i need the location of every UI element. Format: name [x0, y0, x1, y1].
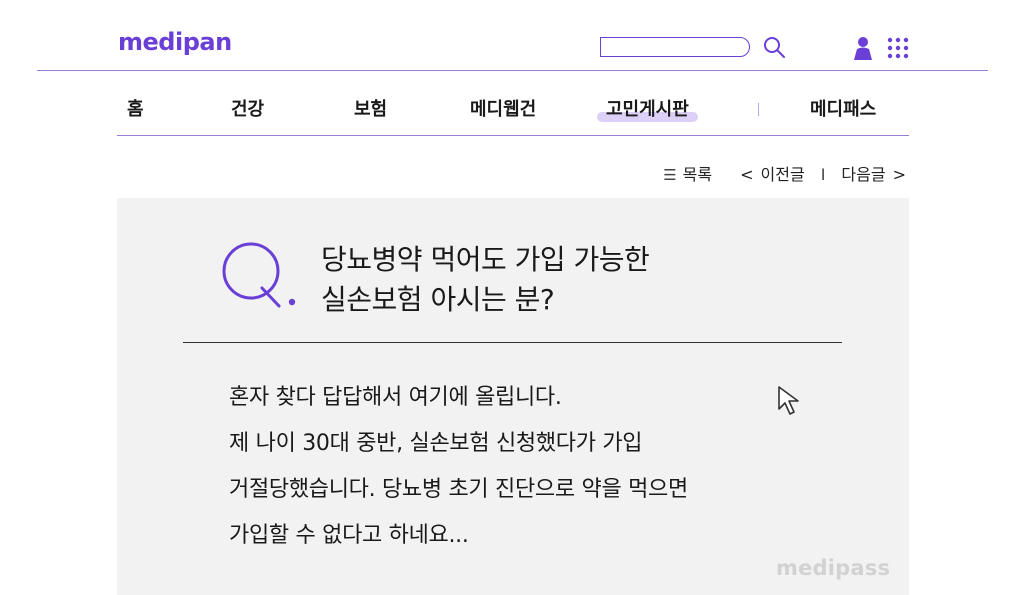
question-title: 당뇨병약 먹어도 가입 가능한 실손보험 아시는 분? — [321, 243, 650, 316]
prev-post-button[interactable]: < 이전글 — [740, 164, 805, 186]
main-nav: 홈 건강 보험 메디웹건 고민게시판 메디패스 — [117, 92, 909, 128]
list-icon: ☰ — [663, 166, 677, 184]
logo[interactable]: medipan — [118, 28, 232, 56]
post-navigation: ☰ 목록 < 이전글 I 다음글 > — [663, 164, 906, 186]
chevron-right-icon: > — [892, 165, 906, 184]
nav-item-medipass[interactable]: 메디패스 — [810, 92, 876, 128]
mouse-cursor-icon — [778, 386, 799, 415]
nav-item-insurance[interactable]: 보험 — [354, 92, 387, 128]
search-icon[interactable] — [762, 35, 786, 59]
nav-item-mediwebtoon[interactable]: 메디웹건 — [470, 92, 536, 128]
search-input[interactable] — [600, 37, 750, 57]
question-mark-icon — [222, 242, 296, 308]
nav-item-concern-board[interactable]: 고민게시판 — [597, 92, 698, 128]
apps-grid-icon[interactable] — [887, 37, 909, 59]
body-line: 혼자 찾다 답답해서 여기에 올립니다. — [229, 385, 562, 410]
body-line: 거절당했습니다. 당뇨병 초기 진단으로 약을 먹으면 — [229, 477, 688, 502]
nav-divider — [117, 135, 909, 136]
post-body: 혼자 찾다 답답해서 여기에 올립니다. 제 나이 30대 중반, 실손보험 신… — [229, 375, 688, 559]
nav-separator — [758, 103, 759, 116]
title-divider — [183, 342, 842, 343]
nav-item-health[interactable]: 건강 — [231, 92, 264, 128]
next-post-button[interactable]: 다음글 > — [841, 164, 906, 186]
watermark: medipass — [776, 556, 891, 580]
body-line: 가입할 수 없다고 하네요... — [229, 523, 469, 548]
list-button[interactable]: ☰ 목록 — [663, 164, 712, 186]
body-line: 제 나이 30대 중반, 실손보험 신청했다가 가입 — [229, 431, 643, 456]
user-icon[interactable] — [853, 36, 873, 60]
header-divider — [37, 70, 988, 71]
nav-item-home[interactable]: 홈 — [127, 92, 144, 128]
chevron-left-icon: < — [740, 165, 754, 184]
post-nav-separator: I — [820, 165, 826, 184]
